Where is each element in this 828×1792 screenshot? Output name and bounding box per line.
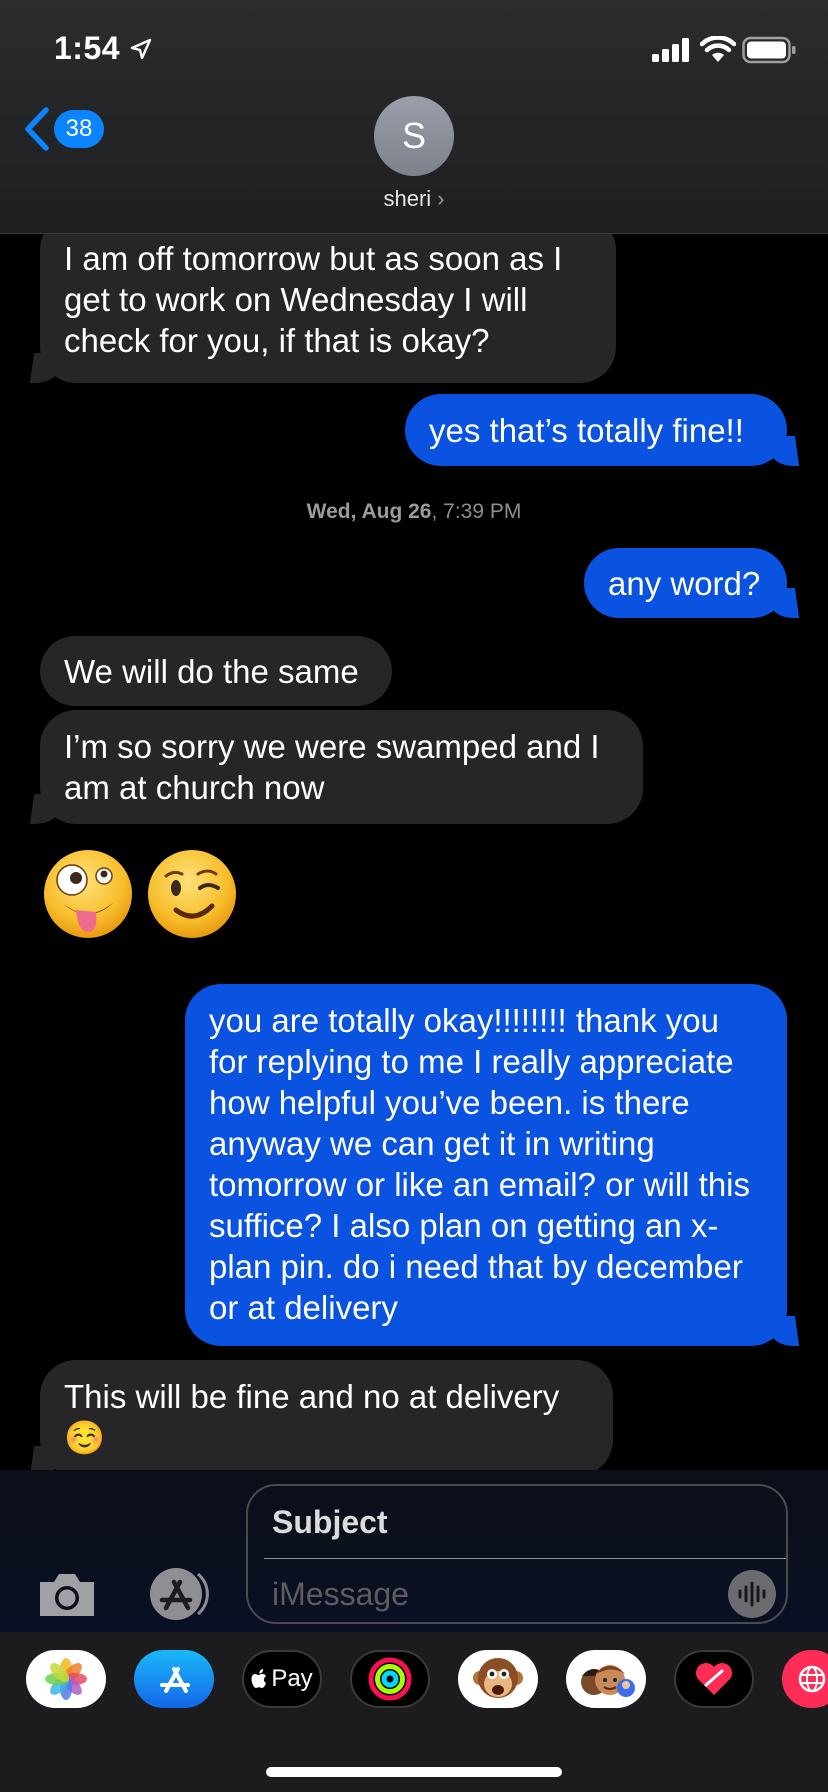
message-bubble-sent[interactable]: you are totally okay!!!!!!!! thank you f… [185,984,787,1346]
subject-input[interactable]: Subject [272,1504,388,1541]
apple-pay-label: Pay [271,1665,313,1692]
unread-count-badge: 38 [54,110,104,148]
message-text: any word? [608,565,761,602]
message-text: you are totally okay!!!!!!!! thank you f… [209,1002,751,1326]
message-bubble-received[interactable]: I’m so sorry we were swamped and I am at… [40,710,643,824]
message-bubble-received[interactable]: I am off tomorrow but as soon as I get t… [40,214,616,383]
message-bubble-sent[interactable]: any word? [584,548,787,618]
globe-icon [798,1665,826,1693]
contact-name-button[interactable]: sheri › [0,186,828,212]
heart-touch-icon [696,1663,732,1695]
message-text: yes that’s totally fine!! [429,412,744,449]
contact-avatar[interactable]: S [374,96,454,176]
wifi-icon [700,36,736,62]
animoji-app-button[interactable] [458,1650,538,1708]
winking-face-emoji-icon [148,850,236,938]
status-bar: 1:54 [0,0,828,100]
compose-bar: Subject iMessage [0,1470,828,1632]
photos-icon [45,1658,87,1700]
photos-app-button[interactable] [26,1650,106,1708]
cellular-signal-icon [652,38,689,62]
location-arrow-icon [130,38,152,60]
message-bubble-received[interactable]: We will do the same [40,636,392,706]
compose-box[interactable]: Subject iMessage [246,1484,788,1624]
audio-message-button[interactable] [728,1570,776,1618]
contact-name: sheri [383,186,432,211]
apple-pay-app-button[interactable]: Pay [242,1650,322,1708]
activity-app-button[interactable] [350,1650,430,1708]
app-store-app-button[interactable] [134,1650,214,1708]
status-time: 1:54 [54,30,121,66]
compose-divider [264,1558,786,1559]
home-indicator[interactable] [266,1767,562,1777]
message-text: This will be fine and no at delivery ☺️ [64,1378,560,1456]
apple-pay-icon [251,1669,267,1688]
message-text: I am off tomorrow but as soon as I get t… [64,240,563,359]
camera-icon[interactable] [36,1570,98,1620]
memoji-app-button[interactable] [566,1650,646,1708]
timestamp-day: Wed, Aug 26 [306,500,432,523]
monkey-animoji-icon [473,1658,523,1698]
message-timestamp: Wed, Aug 26, 7:39 PM [0,500,828,524]
digital-touch-app-button[interactable] [674,1650,754,1708]
timestamp-time: , 7:39 PM [431,500,522,523]
chevron-right-icon: › [437,186,445,211]
battery-icon [742,36,796,64]
message-bubble-received[interactable]: This will be fine and no at delivery ☺️ [40,1360,613,1470]
message-text: We will do the same [64,653,359,690]
activity-rings-icon [368,1657,412,1701]
imessage-app-drawer: Pay [0,1632,828,1792]
memoji-icon [581,1665,635,1697]
app-store-icon [160,1667,190,1693]
message-input[interactable]: iMessage [272,1576,409,1613]
chevron-left-icon [25,107,49,151]
message-text: I’m so sorry we were swamped and I am at… [64,728,600,806]
web-search-app-button[interactable] [782,1650,828,1708]
conversation-header: 1:54 38 S sheri › [0,0,828,234]
zany-face-emoji-icon [44,850,132,938]
message-bubble-sent[interactable]: yes that’s totally fine!! [405,394,787,466]
back-button[interactable]: 38 [22,104,112,154]
app-store-icon[interactable] [140,1566,212,1622]
waveform-icon [738,1581,766,1607]
